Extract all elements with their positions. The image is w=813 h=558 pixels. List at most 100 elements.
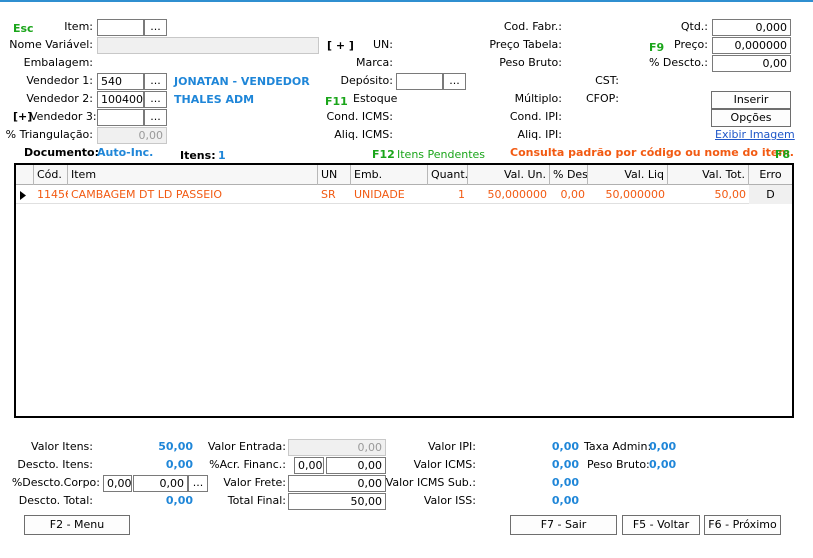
- esc-shortcut[interactable]: Esc: [13, 22, 34, 36]
- peso-bruto-total-value: 0,00: [649, 458, 677, 471]
- item-lookup-button[interactable]: ...: [144, 19, 167, 36]
- descto-corpo-pct-input[interactable]: 0,00: [103, 475, 132, 492]
- un-label: UN:: [373, 38, 393, 51]
- vendedor1-label: Vendedor 1:: [26, 74, 93, 87]
- f7-sair-button[interactable]: F7 - Sair: [510, 515, 617, 535]
- vendedor2-input[interactable]: 1004006: [97, 91, 144, 108]
- itens-count-value: 1: [218, 149, 226, 162]
- cell-emb: UNIDADE: [354, 188, 405, 201]
- valor-entrada-input[interactable]: 0,00: [288, 439, 386, 456]
- f11-shortcut[interactable]: F11: [325, 95, 348, 109]
- descto-itens-value: 0,00: [165, 458, 193, 471]
- inserir-button[interactable]: Inserir: [711, 91, 791, 109]
- column-header-des[interactable]: % Des: [550, 165, 588, 185]
- cell-item: CAMBAGEM DT LD PASSEIO: [71, 188, 223, 201]
- f2-menu-button[interactable]: F2 - Menu: [24, 515, 130, 535]
- descto-label: % Descto.:: [648, 56, 708, 69]
- cod-fabr-label: Cod. Fabr.:: [503, 20, 562, 33]
- descto-total-label: Descto. Total:: [18, 494, 93, 507]
- documento-value: Auto-Inc.: [97, 146, 154, 159]
- f8-shortcut[interactable]: F8: [775, 148, 790, 162]
- valor-iss-value: 0,00: [551, 494, 579, 507]
- descto-itens-label: Descto. Itens:: [17, 458, 93, 471]
- column-header-un[interactable]: UN: [318, 165, 351, 185]
- triangulacao-input[interactable]: 0,00: [97, 127, 167, 144]
- column-header-cod[interactable]: Cód.: [34, 165, 68, 185]
- grid-header-indicator: [16, 165, 34, 185]
- column-header-emb[interactable]: Emb.: [351, 165, 428, 185]
- deposito-lookup-button[interactable]: ...: [443, 73, 466, 90]
- cell-des: 0,00: [560, 188, 586, 201]
- preco-label: Preço:: [674, 38, 708, 51]
- valor-ipi-value: 0,00: [551, 440, 579, 453]
- qtd-label: Qtd.:: [680, 20, 708, 33]
- vendedor2-lookup-button[interactable]: ...: [144, 91, 167, 108]
- column-header-item[interactable]: Item: [68, 165, 318, 185]
- vendedor2-name: THALES ADM: [174, 93, 255, 106]
- descto-corpo-label: %Descto.Corpo:: [11, 476, 100, 489]
- vendedor1-input[interactable]: 540: [97, 73, 144, 90]
- valor-frete-input[interactable]: 0,00: [288, 475, 386, 492]
- descto-total-value: 0,00: [165, 494, 193, 507]
- exibir-imagem-link[interactable]: Exibir Imagem: [715, 128, 795, 142]
- preco-input[interactable]: 0,000000: [712, 37, 791, 54]
- preco-tabela-label: Preço Tabela:: [489, 38, 562, 51]
- peso-bruto-total-label: Peso Bruto:: [587, 458, 650, 471]
- vendedor3-lookup-button[interactable]: ...: [144, 109, 167, 126]
- vendedor1-name: JONATAN - VENDEDOR: [174, 75, 310, 88]
- cst-label: CST:: [595, 74, 619, 87]
- taxa-admin-label: Taxa Admin:: [584, 440, 652, 453]
- column-header-quant[interactable]: Quant.: [428, 165, 468, 185]
- opcoes-button[interactable]: Opções: [711, 109, 791, 127]
- descto-corpo-val-input[interactable]: 0,00: [133, 475, 188, 492]
- top-accent-line: [0, 0, 813, 2]
- itens-count-label: Itens:: [180, 149, 216, 162]
- table-row[interactable]: 11456 CAMBAGEM DT LD PASSEIO SR UNIDADE …: [16, 185, 792, 204]
- itens-pendentes-link[interactable]: Itens Pendentes: [397, 148, 485, 162]
- valor-iss-label: Valor ISS:: [423, 494, 476, 507]
- acr-financ-pct-input[interactable]: 0,00: [294, 457, 324, 474]
- valor-ipi-label: Valor IPI:: [427, 440, 476, 453]
- cell-val-liq: 50,000000: [605, 188, 666, 201]
- grid-header: Cód. Item UN Emb. Quant. Val. Un. % Des …: [16, 165, 792, 185]
- triangulacao-label: % Triangulação:: [5, 128, 93, 141]
- cell-quant: 1: [458, 188, 465, 201]
- f5-voltar-button[interactable]: F5 - Voltar: [622, 515, 700, 535]
- deposito-label: Depósito:: [340, 74, 394, 87]
- nome-variavel-input[interactable]: [97, 37, 319, 54]
- valor-icms-sub-label: Valor ICMS Sub.:: [385, 476, 476, 489]
- column-header-val-tot[interactable]: Val. Tot.: [668, 165, 749, 185]
- items-grid[interactable]: Cód. Item UN Emb. Quant. Val. Un. % Des …: [14, 163, 794, 418]
- column-header-val-liq[interactable]: Val. Liq: [588, 165, 668, 185]
- aliq-icms-label: Aliq. ICMS:: [334, 128, 393, 141]
- column-header-erro[interactable]: Erro: [749, 165, 792, 185]
- valor-itens-label: Valor Itens:: [31, 440, 93, 453]
- cell-cod: 11456: [37, 188, 68, 201]
- valor-icms-value: 0,00: [551, 458, 579, 471]
- cell-val-tot: 50,00: [714, 188, 747, 201]
- total-final-input[interactable]: 50,00: [288, 493, 386, 510]
- f6-proximo-button[interactable]: F6 - Próximo: [704, 515, 781, 535]
- column-header-val-un[interactable]: Val. Un.: [468, 165, 550, 185]
- vendedor3-input[interactable]: [97, 109, 144, 126]
- vendedor1-lookup-button[interactable]: ...: [144, 73, 167, 90]
- valor-icms-sub-value: 0,00: [551, 476, 579, 489]
- taxa-admin-value: 0,00: [649, 440, 677, 453]
- estoque-label[interactable]: Estoque: [353, 92, 397, 106]
- vendedor2-label: Vendedor 2:: [26, 92, 93, 105]
- f12-shortcut[interactable]: F12: [372, 148, 395, 162]
- aliq-ipi-label: Aliq. IPI:: [517, 128, 562, 141]
- total-final-label: Total Final:: [227, 494, 286, 507]
- acr-financ-label: %Acr. Financ.:: [209, 458, 286, 471]
- item-input[interactable]: [97, 19, 144, 36]
- cell-erro: D: [749, 185, 792, 204]
- cell-val-un: 50,000000: [487, 188, 548, 201]
- acr-financ-val-input[interactable]: 0,00: [326, 457, 386, 474]
- valor-itens-value: 50,00: [158, 440, 193, 453]
- descto-input[interactable]: 0,00: [712, 55, 791, 72]
- deposito-input[interactable]: [396, 73, 443, 90]
- qtd-input[interactable]: 0,000: [712, 19, 791, 36]
- valor-frete-label: Valor Frete:: [223, 476, 286, 489]
- valor-icms-label: Valor ICMS:: [413, 458, 476, 471]
- multiplo-label: Múltiplo:: [514, 92, 562, 105]
